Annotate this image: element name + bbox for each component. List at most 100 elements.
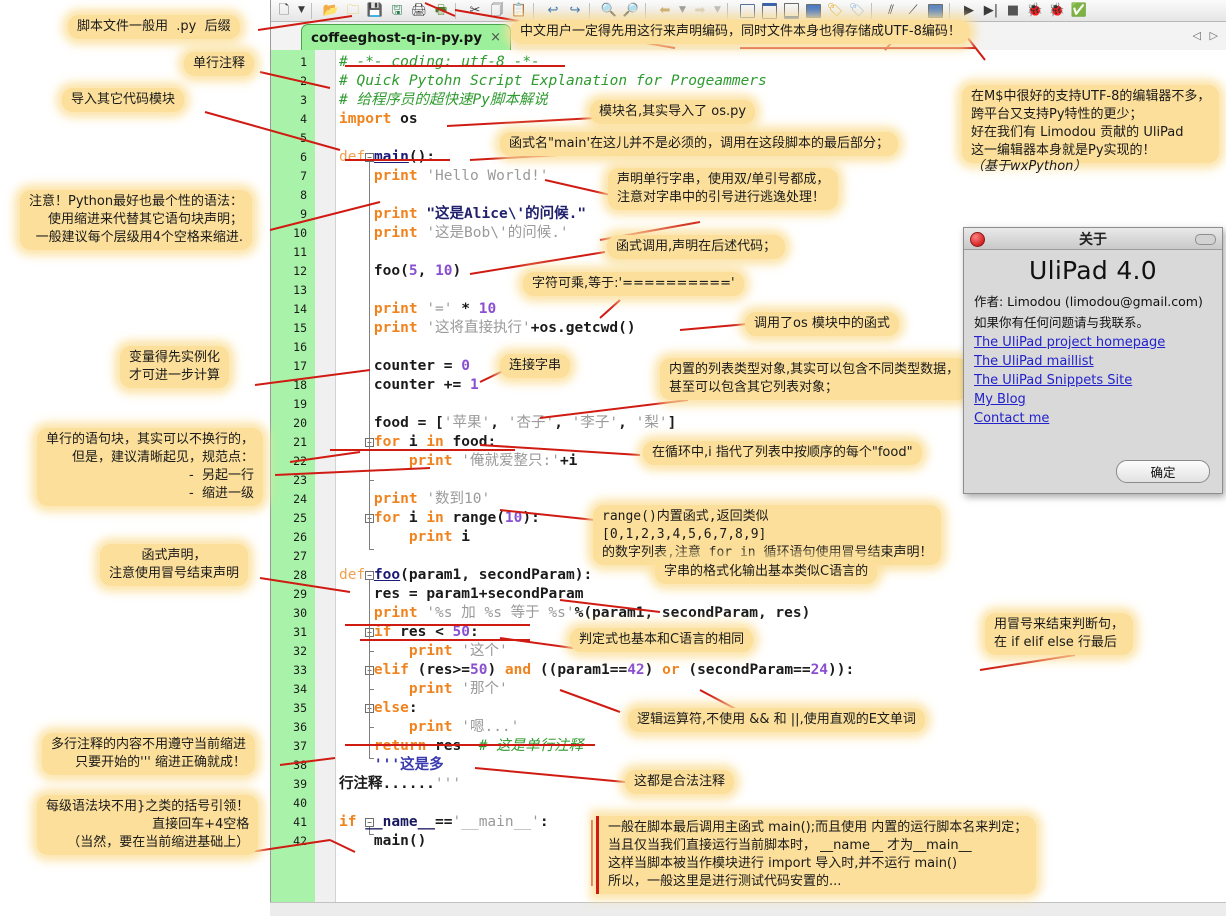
forward-dropdown-icon[interactable]: ▼ (712, 1, 723, 20)
note-main-module-check: 一般在脚本最后调用主函式 main();而且使用 内置的运行脚本名来判定； 当且… (596, 816, 1036, 894)
line-number: 24 (271, 490, 307, 509)
toolbar-separator (311, 3, 317, 19)
tab-active-file[interactable]: coffeeghost-q-in-py.py × (301, 24, 511, 50)
redo-icon[interactable]: ↪ (565, 1, 585, 20)
toolbar-separator (533, 3, 539, 19)
tab-label: coffeeghost-q-in-py.py (311, 30, 482, 46)
note-string-concat: 连接字串 (500, 354, 570, 378)
save-all-icon[interactable]: 🖫 (387, 1, 407, 20)
about-app-name: UliPad 4.0 (974, 256, 1212, 285)
link-my-blog[interactable]: My Blog (974, 392, 1212, 407)
close-icon[interactable]: × (490, 30, 501, 45)
about-author: 作者: Limodou (limodou@gmail.com) (974, 291, 1212, 310)
find-icon[interactable]: 🔍 (599, 1, 619, 20)
note-import-module: 导入其它代码模块 (62, 88, 184, 112)
replace-icon[interactable]: 🔎 (621, 1, 641, 20)
code-line: 行注释......''' (339, 775, 461, 794)
line-number: 12 (271, 262, 307, 281)
toolbar-separator (589, 3, 595, 19)
stop-icon[interactable]: ■ (1003, 1, 1023, 20)
print-preview-icon[interactable]: 🖶 (431, 1, 451, 20)
code-line: '''这是多 (339, 756, 444, 775)
fold-margin[interactable]: −−−−−−−− (315, 50, 336, 916)
note-os-function: 调用了os 模块中的函式 (745, 312, 899, 336)
about-body: UliPad 4.0 作者: Limodou (limodou@gmail.co… (964, 250, 1222, 426)
window-icon[interactable] (737, 1, 757, 20)
code-line (339, 129, 348, 148)
debug-alt-icon[interactable]: 🐞 (1047, 1, 1067, 20)
ok-button[interactable]: 确定 (1116, 460, 1210, 483)
tab-prev-icon[interactable]: ◁ (1193, 29, 1201, 42)
grid-icon[interactable] (803, 1, 823, 20)
minimize-icon[interactable] (1195, 234, 1216, 245)
line-number: 36 (271, 718, 307, 737)
indent-icon[interactable]: ⫽ (881, 1, 901, 20)
new-file-icon[interactable]: 🗋 (274, 1, 294, 20)
note-single-line-comment: 单行注释 (184, 52, 254, 76)
code-line (339, 395, 348, 414)
note-script-extension: 脚本文件一般用 .py 后缀 (68, 15, 240, 39)
code-line: print '这个' (339, 642, 508, 661)
check-icon[interactable]: ✅ (1069, 1, 1089, 20)
code-line: print '那个' (339, 680, 508, 699)
line-number: 19 (271, 395, 307, 414)
about-contact-text: 如果你有任何问题请与我联系。 (974, 312, 1212, 331)
copy-icon[interactable]: 🗍 (487, 1, 507, 20)
line-number: 1 (271, 53, 307, 72)
cut-icon[interactable]: ✂ (465, 1, 485, 20)
line-number: 38 (271, 756, 307, 775)
line-number: 5 (271, 129, 307, 148)
note-list-type: 内置的列表类型对象,其实可以包含不同类型数据， 甚至可以包含其它列表对象； (660, 358, 968, 400)
run-icon[interactable]: ▶ (959, 1, 979, 20)
tab-next-icon[interactable]: ▷ (1210, 29, 1218, 42)
note-main-function-name: 函式名"main'在这儿并不是必须的，调用在这段脚本的最后部分； (500, 132, 898, 156)
code-line: main() (339, 832, 426, 851)
line-number: 39 (271, 775, 307, 794)
forward-icon[interactable]: ➡ (690, 1, 710, 20)
tag-icon[interactable]: 🏷 (847, 1, 867, 20)
open-folder-icon[interactable]: 📂 (321, 1, 341, 20)
code-line (339, 281, 348, 300)
debug-icon[interactable]: 🐞 (1025, 1, 1045, 20)
code-line: elif (res>=50) and ((param1==42) or (sec… (339, 661, 854, 680)
run-step-icon[interactable]: ▶| (981, 1, 1001, 20)
note-loop-variable: 在循环中,i 指代了列表中按顺序的每个"food" (643, 441, 922, 465)
line-number: 27 (271, 547, 307, 566)
note-legal-comment: 这都是合法注释 (625, 770, 734, 794)
note-module-name: 模块名,其实导入了 os.py (590, 100, 755, 124)
note-indentation: 注意！Python最好也最个性的语法： 使用缩进来代替其它语句块声明； 一般建议… (20, 190, 252, 250)
outdent-icon[interactable]: ⟋ (903, 1, 923, 20)
print-icon[interactable]: 🖨 (409, 1, 429, 20)
note-condition-expression: 判定式也基本和C语言的相同 (570, 628, 753, 652)
back-dropdown-icon[interactable]: ▼ (677, 1, 688, 20)
code-line (339, 243, 348, 262)
note-ulipad-wxpython: （基于wxPython） (962, 158, 1095, 179)
undo-icon[interactable]: ↩ (543, 1, 563, 20)
code-line: print '这是Bob\'的问候.' (339, 224, 569, 243)
note-function-call: 函式调用,声明在后述代码； (607, 235, 785, 259)
snippet-icon[interactable] (925, 1, 945, 20)
code-line: print '%s 加 %s 等于 %s'%(param1, secondPar… (339, 604, 810, 623)
link-maillist[interactable]: The UliPad maillist (974, 354, 1212, 369)
folder-icon[interactable]: 🗀 (343, 1, 363, 20)
link-contact-me[interactable]: Contact me (974, 411, 1212, 426)
split-horizontal-icon[interactable] (759, 1, 779, 20)
save-icon[interactable]: 💾 (365, 1, 385, 20)
code-line: import os (339, 110, 418, 129)
bookmark-icon[interactable]: 🏷 (825, 1, 845, 20)
line-number: 16 (271, 338, 307, 357)
dropdown-arrow-icon[interactable]: ▼ (296, 1, 307, 20)
code-line: print '=' * 10 (339, 300, 496, 319)
back-icon[interactable]: ⬅ (655, 1, 675, 20)
line-number: 26 (271, 528, 307, 547)
code-line: counter = 0 (339, 357, 470, 376)
about-title-bar: 关于 (964, 228, 1222, 250)
link-project-homepage[interactable]: The UliPad project homepage (974, 335, 1212, 350)
code-line: if __name__=='__main__': (339, 813, 549, 832)
split-vertical-icon[interactable] (781, 1, 801, 20)
close-icon[interactable] (970, 232, 985, 247)
code-line: print 'Hello World!' (339, 167, 549, 186)
link-snippets-site[interactable]: The UliPad Snippets Site (974, 373, 1212, 388)
note-single-line-block: 单行的语句块，其实可以不换行的， 但是，建议清晰起见，规范点： - 另起一行 -… (37, 428, 263, 506)
paste-icon[interactable]: 📋 (509, 1, 529, 20)
